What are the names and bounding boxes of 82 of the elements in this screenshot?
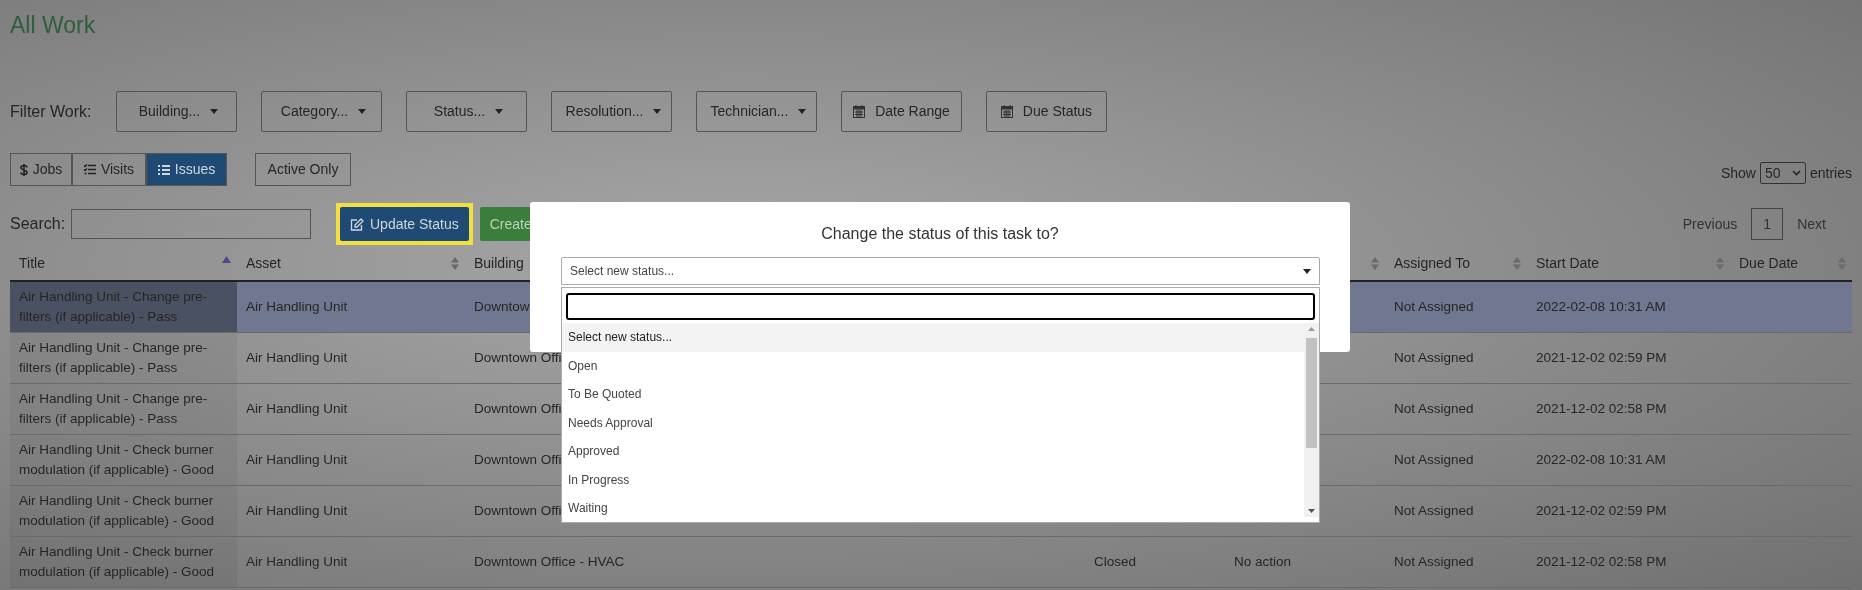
caret-down-icon <box>210 109 219 114</box>
status-option[interactable]: Approved <box>562 437 1304 466</box>
list-icon <box>157 164 170 175</box>
status-option[interactable]: Open <box>562 351 1304 380</box>
edit-icon <box>350 217 364 231</box>
table-cell-text: Downtown Offi <box>474 451 562 469</box>
table-cell-text: Air Handling Unit <box>246 502 348 520</box>
table-cell-text: Not Assigned <box>1394 451 1474 469</box>
table-cell[interactable]: Air Handling Unit - Check burner modulation (if applicable) - Good <box>10 486 237 536</box>
filter-dropdown[interactable]: Status... <box>406 91 527 132</box>
show-label: Show <box>1720 163 1756 183</box>
table-cell-text: Air Handling Unit <box>246 298 348 316</box>
filter-dropdown[interactable]: Resolution... <box>551 91 672 132</box>
view-tab[interactable]: Issues <box>146 153 227 186</box>
view-tab[interactable]: Jobs <box>10 153 72 186</box>
search-field[interactable] <box>71 209 311 239</box>
status-option[interactable]: To Be Quoted <box>562 380 1304 409</box>
table-cell-text: 2022-02-08 10:31 AM <box>1536 298 1666 316</box>
filter-dropdown[interactable]: Building... <box>116 91 237 132</box>
table-cell-text: Downtow <box>474 298 530 316</box>
status-option[interactable]: In Progress <box>562 465 1304 494</box>
table-cell-text: 2021-12-02 02:59 PM <box>1536 349 1667 367</box>
page-button[interactable]: 1 <box>1751 208 1784 240</box>
table-cell[interactable]: Air Handling Unit - Check burner modulation (if applicable) - Good <box>10 435 237 485</box>
date-filter-button[interactable]: Due Status <box>986 91 1107 132</box>
filter-label: Filter Work: <box>10 101 92 122</box>
filter-dropdown[interactable]: Technician... <box>696 91 817 132</box>
calendar-icon <box>1000 105 1013 118</box>
column-header[interactable]: Title <box>19 252 45 274</box>
table-cell-text: Not Assigned <box>1394 502 1474 520</box>
column-header[interactable]: Asset <box>246 252 281 274</box>
update-status-button[interactable]: Update Status <box>340 207 469 241</box>
calendar-icon <box>853 105 866 118</box>
status-option[interactable]: Needs Approval <box>562 408 1304 437</box>
table-cell[interactable]: Air Handling Unit - Change pre-filters (if applicable) - Pass <box>10 384 237 434</box>
column-header[interactable]: Due Date <box>1739 252 1799 274</box>
dollar-icon <box>19 163 28 176</box>
date-filter-button[interactable]: Date Range <box>841 91 962 132</box>
table-cell-text: No action <box>1234 553 1292 571</box>
table-cell-text: Closed <box>1094 553 1137 571</box>
table-cell-text: Downtown Offi <box>474 400 562 418</box>
table-cell-text: 2021-12-02 02:58 PM <box>1536 400 1667 418</box>
caret-down-icon <box>358 109 367 114</box>
table-cell-text: Air Handling Unit <box>246 349 348 367</box>
table-cell-text: Not Assigned <box>1394 298 1474 316</box>
page-title: All Work <box>10 11 96 40</box>
table-cell-text: 2021-12-02 02:59 PM <box>1536 502 1667 520</box>
table-cell-text: Not Assigned <box>1394 349 1474 367</box>
table-cell-text: Downtown Offi <box>474 349 562 367</box>
next-link[interactable]: Next <box>1797 213 1826 235</box>
dropdown-search-field[interactable] <box>566 293 1315 320</box>
caret-down-icon <box>653 109 662 114</box>
table-cell-text: Downtown Offi <box>474 502 562 520</box>
table-cell-text: Air Handling Unit <box>246 451 348 469</box>
table-cell-text: 2021-12-02 02:58 PM <box>1536 553 1667 571</box>
checklist-icon <box>83 164 96 175</box>
column-header[interactable]: Assigned To <box>1394 252 1470 274</box>
filter-dropdown[interactable]: Category... <box>261 91 382 132</box>
status-select[interactable]: Select new status... <box>561 257 1320 285</box>
modal-title: Change the status of this task to? <box>821 224 1059 244</box>
active-only-button[interactable]: Active Only <box>255 153 351 186</box>
table-cell[interactable]: Air Handling Unit - Change pre-filters (if applicable) - Pass <box>10 333 237 383</box>
table-cell-text: Air Handling Unit <box>246 553 348 571</box>
table-cell-text: 2022-02-08 10:31 AM <box>1536 451 1666 469</box>
view-tab[interactable]: Visits <box>72 153 146 186</box>
table-cell-text: Downtown Office - HVAC <box>474 553 625 571</box>
caret-down-icon <box>798 109 807 114</box>
table-cell-text: Not Assigned <box>1394 553 1474 571</box>
entries-select[interactable]: 50 <box>1759 162 1806 184</box>
chevron-down-icon <box>1791 170 1801 176</box>
table-cell-text: Air Handling Unit <box>246 400 348 418</box>
status-option[interactable]: Select new status... <box>562 323 1304 352</box>
caret-down-icon <box>495 109 504 114</box>
previous-link[interactable]: Previous <box>1682 213 1738 235</box>
status-option[interactable]: Waiting <box>562 494 1304 522</box>
table-cell[interactable]: Air Handling Unit - Check burner modulation (if applicable) - Good <box>10 537 237 587</box>
column-header[interactable]: Start Date <box>1536 252 1600 274</box>
search-label: Search: <box>10 214 67 234</box>
caret-down-icon <box>1303 268 1311 274</box>
column-header[interactable]: Building <box>474 252 524 274</box>
table-cell-text: Not Assigned <box>1394 400 1474 418</box>
entries-label: entries <box>1809 163 1852 183</box>
